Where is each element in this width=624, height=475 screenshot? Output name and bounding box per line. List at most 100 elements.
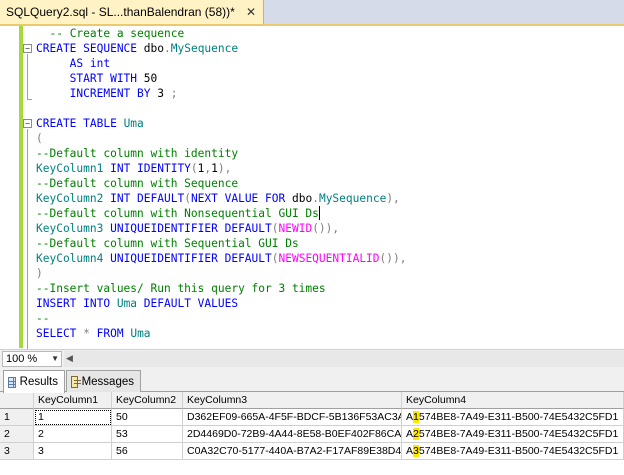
- code-token: NEWSEQUENTIALID: [278, 252, 380, 265]
- tab-messages-label: Messages: [81, 375, 134, 388]
- grid-cell[interactable]: D362EF09-665A-4F5F-BDCF-5B136F53AC3A: [183, 409, 402, 426]
- zoom-dropdown[interactable]: 100 % ▼: [2, 351, 62, 367]
- code-token: Uma: [123, 117, 144, 130]
- code-token: KeyColumn3: [36, 222, 111, 235]
- code-line[interactable]: CREATE TABLE Uma: [36, 116, 144, 131]
- text-caret: [318, 206, 320, 220]
- code-token: START WITH: [36, 72, 144, 85]
- code-line[interactable]: --Default column with identity: [36, 146, 238, 161]
- code-line[interactable]: START WITH 50: [36, 71, 158, 86]
- scroll-left-icon[interactable]: ◀: [66, 353, 73, 364]
- code-token: -- Create a sequence: [49, 27, 185, 40]
- code-token: dbo: [143, 42, 164, 55]
- code-token: INSERT INTO: [36, 297, 117, 310]
- code-line[interactable]: KeyColumn2 INT DEFAULT(NEXT VALUE FOR db…: [36, 191, 400, 206]
- code-token: INT DEFAULT: [110, 192, 185, 205]
- code-token: UNIQUEIDENTIFIER DEFAULT: [110, 252, 272, 265]
- query-editor[interactable]: − − -- Create a sequence CREATE SEQUENCE …: [0, 26, 624, 349]
- code-line[interactable]: --Default column with Nonsequential GUI …: [36, 206, 319, 221]
- collapse-sequence-icon[interactable]: −: [23, 44, 32, 53]
- code-line[interactable]: INSERT INTO Uma DEFAULT VALUES: [36, 296, 238, 311]
- code-token: ()),: [379, 252, 407, 265]
- code-token: KeyColumn2: [36, 192, 111, 205]
- code-token: INT IDENTITY: [110, 162, 191, 175]
- grid-cell[interactable]: 50: [112, 409, 183, 426]
- code-line[interactable]: KeyColumn3 UNIQUEIDENTIFIER DEFAULT(NEWI…: [36, 221, 339, 236]
- code-line[interactable]: KeyColumn1 INT IDENTITY(1,1),: [36, 161, 231, 176]
- code-token: DEFAULT VALUES: [143, 297, 239, 310]
- code-token: NEWID: [278, 222, 313, 235]
- horizontal-scrollbar[interactable]: ◀: [64, 351, 624, 367]
- outline-end: [27, 99, 32, 100]
- grid-cell[interactable]: 2: [34, 426, 112, 443]
- query-tab[interactable]: SQLQuery2.sql - SL...thanBalendran (58))…: [0, 0, 264, 24]
- column-header-keycolumn1[interactable]: KeyColumn1: [34, 392, 112, 409]
- tab-results-label: Results: [19, 376, 58, 388]
- grid-cell[interactable]: A1574BE8-7A49-E311-B500-74E5432C5FD1: [402, 409, 624, 426]
- code-line[interactable]: AS int: [36, 56, 110, 71]
- code-line[interactable]: ): [36, 266, 43, 281]
- code-token: SELECT: [36, 327, 84, 340]
- table-row[interactable]: 2 2 53 2D4469D0-72B9-4A44-8E58-B0EF402F8…: [0, 426, 624, 443]
- code-line[interactable]: --: [36, 311, 49, 326]
- code-line[interactable]: (: [36, 131, 43, 146]
- column-header-keycolumn3[interactable]: KeyColumn3: [183, 392, 402, 409]
- code-token: FROM: [96, 327, 131, 340]
- code-line[interactable]: -- Create a sequence: [36, 26, 184, 41]
- guid-prefix: A: [406, 445, 414, 457]
- grid-header-row: KeyColumn1 KeyColumn2 KeyColumn3 KeyColu…: [0, 392, 624, 409]
- code-line[interactable]: --Insert values/ Run this query for 3 ti…: [36, 281, 326, 296]
- close-icon[interactable]: ✕: [243, 4, 259, 20]
- tab-messages[interactable]: Messages: [66, 370, 141, 392]
- table-row[interactable]: 3 3 56 C0A32C70-5177-440A-B7A2-F17AF89E3…: [0, 443, 624, 460]
- code-token: Uma: [130, 327, 151, 340]
- outline-line: [27, 54, 28, 99]
- code-token: ),: [217, 162, 232, 175]
- results-grid[interactable]: KeyColumn1 KeyColumn2 KeyColumn3 KeyColu…: [0, 392, 624, 475]
- row-number[interactable]: 2: [0, 426, 34, 443]
- grid-cell[interactable]: 53: [112, 426, 183, 443]
- grid-cell[interactable]: 56: [112, 443, 183, 460]
- row-number[interactable]: 3: [0, 443, 34, 460]
- guid-prefix: A: [406, 428, 414, 440]
- column-header-keycolumn4[interactable]: KeyColumn4: [402, 392, 624, 409]
- chevron-down-icon[interactable]: ▼: [51, 354, 59, 363]
- code-token: (: [271, 222, 279, 235]
- code-line[interactable]: CREATE SEQUENCE dbo.MySequence: [36, 41, 238, 56]
- table-row[interactable]: 1 1 50 D362EF09-665A-4F5F-BDCF-5B136F53A…: [0, 409, 624, 426]
- row-number-header[interactable]: [0, 392, 34, 409]
- guid-prefix: A: [406, 411, 414, 423]
- query-tab-title: SQLQuery2.sql - SL...thanBalendran (58))…: [6, 5, 235, 19]
- code-token: INCREMENT BY: [36, 87, 158, 100]
- collapse-table-icon[interactable]: −: [23, 119, 32, 128]
- row-number[interactable]: 1: [0, 409, 34, 426]
- tab-results[interactable]: Results: [3, 370, 65, 393]
- code-token: KeyColumn1: [36, 162, 111, 175]
- guid-rest: 574BE8-7A49-E311-B500-74E5432C5FD1: [418, 411, 619, 423]
- code-token: --Default column with Sequential GUI Ds: [36, 237, 299, 250]
- code-token: 50: [143, 72, 158, 85]
- column-header-keycolumn2[interactable]: KeyColumn2: [112, 392, 183, 409]
- messages-icon: [71, 375, 81, 388]
- grid-cell[interactable]: C0A32C70-5177-440A-B7A2-F17AF89E38D4: [183, 443, 402, 460]
- grid-cell[interactable]: 2D4469D0-72B9-4A44-8E58-B0EF402F86CA: [183, 426, 402, 443]
- code-token: NEXT VALUE FOR: [190, 192, 292, 205]
- grid-cell[interactable]: A3574BE8-7A49-E311-B500-74E5432C5FD1: [402, 443, 624, 460]
- code-token: ),: [386, 192, 400, 205]
- document-tab-strip: SQLQuery2.sql - SL...thanBalendran (58))…: [0, 0, 624, 26]
- code-token: (: [36, 132, 43, 145]
- code-token: MySequence: [170, 42, 239, 55]
- code-line[interactable]: --Default column with Sequential GUI Ds: [36, 236, 299, 251]
- grid-cell[interactable]: A2574BE8-7A49-E311-B500-74E5432C5FD1: [402, 426, 624, 443]
- code-line[interactable]: KeyColumn4 UNIQUEIDENTIFIER DEFAULT(NEWS…: [36, 251, 407, 266]
- grid-cell[interactable]: 1: [34, 409, 112, 426]
- code-token: dbo: [291, 192, 313, 205]
- code-token: ;: [170, 87, 178, 100]
- code-line[interactable]: INCREMENT BY 3 ;: [36, 86, 178, 101]
- guid-rest: 574BE8-7A49-E311-B500-74E5432C5FD1: [418, 445, 619, 457]
- code-line[interactable]: SELECT * FROM Uma: [36, 326, 151, 341]
- grid-cell[interactable]: 3: [34, 443, 112, 460]
- code-line[interactable]: --Default column with Sequence: [36, 176, 238, 191]
- code-token: ()),: [312, 222, 340, 235]
